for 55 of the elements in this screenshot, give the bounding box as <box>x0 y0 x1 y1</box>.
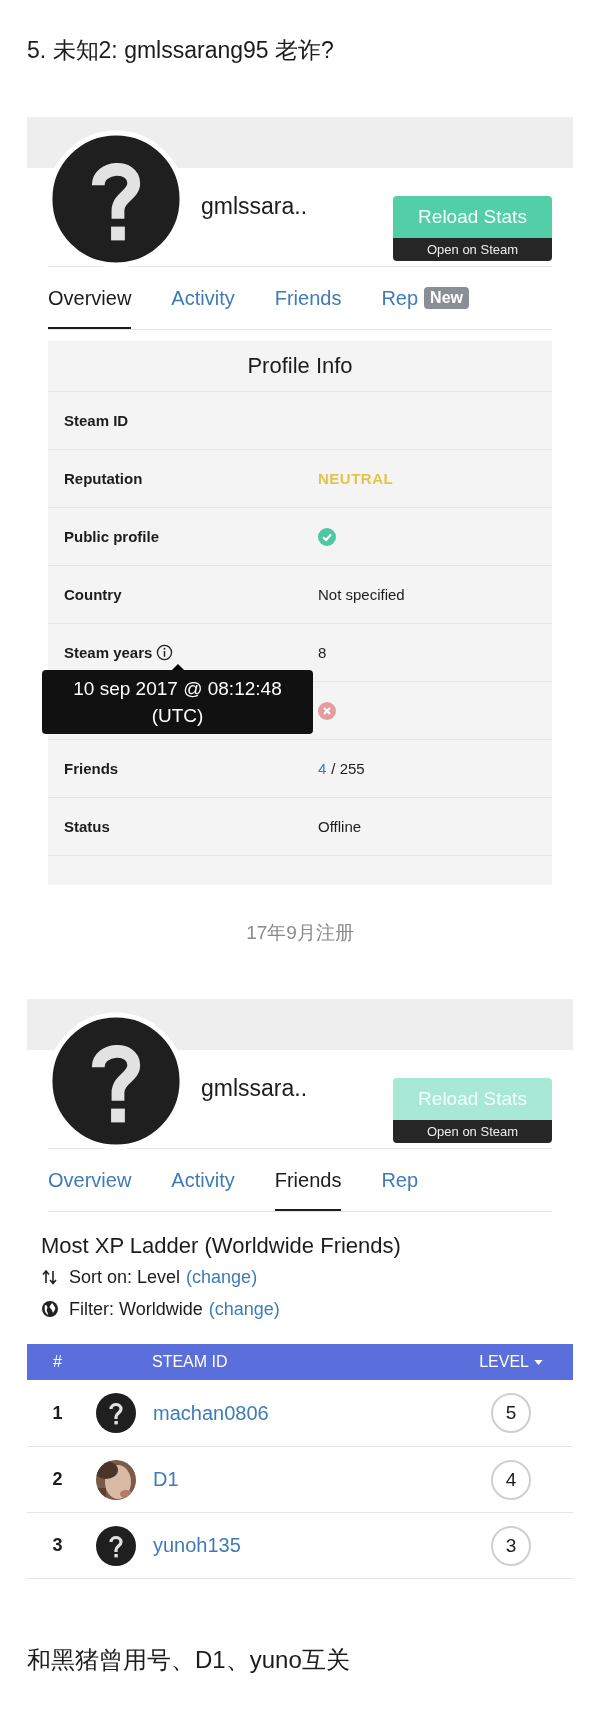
column-header[interactable]: STEAM ID <box>152 1353 228 1371</box>
field-value: 8 <box>318 644 327 661</box>
tooltip: 10 sep 2017 @ 08:12:48 (UTC) <box>42 670 313 734</box>
tab[interactable]: Friends <box>274 267 342 329</box>
profile-name: gmlssara.. <box>201 1074 308 1102</box>
level-indicator: 4 <box>491 1459 531 1500</box>
steam-id-link[interactable]: yunoh135 <box>153 1534 491 1557</box>
tab[interactable]: Rep <box>381 267 419 329</box>
tab[interactable]: Overview <box>48 1149 132 1211</box>
filter-label: Filter: Worldwide <box>69 1298 203 1321</box>
change-link[interactable]: (change) <box>186 1261 258 1293</box>
open-on-steam-button[interactable]: Open on Steam <box>393 238 552 261</box>
rank-cell: 2 <box>52 1469 63 1489</box>
friends-limit: / 255 <box>331 760 365 777</box>
profile-info-title: Profile Info <box>48 341 552 392</box>
field-label: Friends <box>64 760 119 777</box>
field-value: Offline <box>318 818 362 835</box>
post-heading: 5. 未知2: gmlssarang95 老诈? <box>27 36 335 65</box>
column-header[interactable]: LEVEL <box>479 1353 529 1371</box>
tab[interactable]: Activity <box>171 267 235 329</box>
tab[interactable]: Activity <box>171 1149 235 1211</box>
tab[interactable]: Rep <box>381 1149 419 1211</box>
ladder-title: Most XP Ladder (Worldwide Friends) <box>41 1232 402 1260</box>
column-header[interactable]: # <box>53 1353 62 1371</box>
info-icon[interactable] <box>156 644 174 661</box>
level-indicator: 3 <box>491 1525 531 1566</box>
level-indicator: 5 <box>491 1393 531 1433</box>
reputation-value: NEUTRAL <box>318 470 394 487</box>
rank-cell: 1 <box>52 1402 63 1423</box>
post-text: 和黑猪曾用号、D1、yuno互关 <box>27 1645 351 1675</box>
friends-count-link[interactable]: 4 <box>318 760 327 777</box>
profile-name: gmlssara.. <box>201 192 308 220</box>
tab[interactable]: Friends <box>274 1149 342 1211</box>
sort-icon <box>41 1268 59 1286</box>
sort-label: Sort on: Level <box>69 1266 181 1289</box>
rank-cell: 3 <box>52 1535 63 1555</box>
change-link[interactable]: (change) <box>208 1293 280 1325</box>
field-label: Status <box>64 818 110 835</box>
globe-icon <box>41 1300 59 1318</box>
field-label: Steam ID <box>64 412 129 429</box>
tab[interactable]: Overview <box>48 267 132 329</box>
steam-id-link[interactable]: D1 <box>153 1468 491 1491</box>
field-label: Public profile <box>64 528 159 545</box>
tooltip-arrow-icon <box>172 664 184 670</box>
question-avatar-icon <box>96 1525 136 1566</box>
question-avatar-icon <box>96 1393 136 1433</box>
field-value: Not specified <box>318 586 405 603</box>
open-on-steam-button[interactable]: Open on Steam <box>393 1120 552 1143</box>
new-badge: New <box>424 287 469 309</box>
steam-id-link[interactable]: machan0806 <box>153 1401 491 1425</box>
field-label: Reputation <box>64 470 143 487</box>
caret-icon <box>534 1359 543 1365</box>
caption: 17年9月注册 <box>245 921 355 945</box>
field-label: Steam years <box>64 644 153 661</box>
field-label: Country <box>64 586 122 603</box>
